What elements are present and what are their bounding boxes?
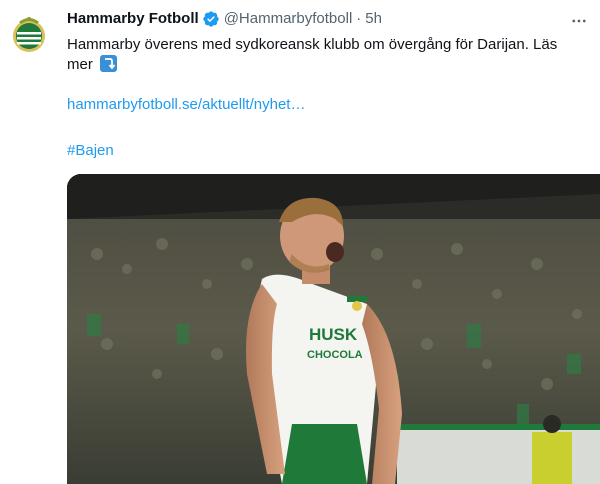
arrow-right-hook-emoji (100, 55, 118, 72)
svg-text:CHOCOLA: CHOCOLA (307, 349, 363, 361)
hashtag-link[interactable]: #Bajen (67, 141, 114, 161)
tweet-header: Hammarby Fotboll @Hammarbyfotboll · 5h (67, 9, 560, 29)
more-options-icon[interactable] (568, 10, 590, 32)
shirt-sponsor: HUSK CHOCOLA (307, 325, 363, 361)
avatar[interactable] (7, 12, 51, 56)
separator: · (356, 10, 362, 27)
article-link[interactable]: hammarbyfotboll.se/aktuellt/nyhet… (67, 95, 305, 115)
hammarby-logo-icon (7, 12, 51, 56)
handle[interactable]: @Hammarbyfotboll (224, 9, 353, 29)
player-celebration-photo: HUSK CHOCOLA (67, 174, 600, 484)
svg-text:HUSK: HUSK (309, 325, 358, 344)
tweet-media-image[interactable]: HUSK CHOCOLA (67, 174, 600, 484)
timestamp[interactable]: 5h (365, 9, 382, 29)
tweet-text: Hammarby överens med sydkoreansk klubb o… (67, 35, 577, 75)
display-name[interactable]: Hammarby Fotboll (67, 9, 199, 29)
tweet-body: Hammarby överens med sydkoreansk klubb o… (67, 36, 558, 73)
verified-badge-icon (202, 10, 220, 28)
